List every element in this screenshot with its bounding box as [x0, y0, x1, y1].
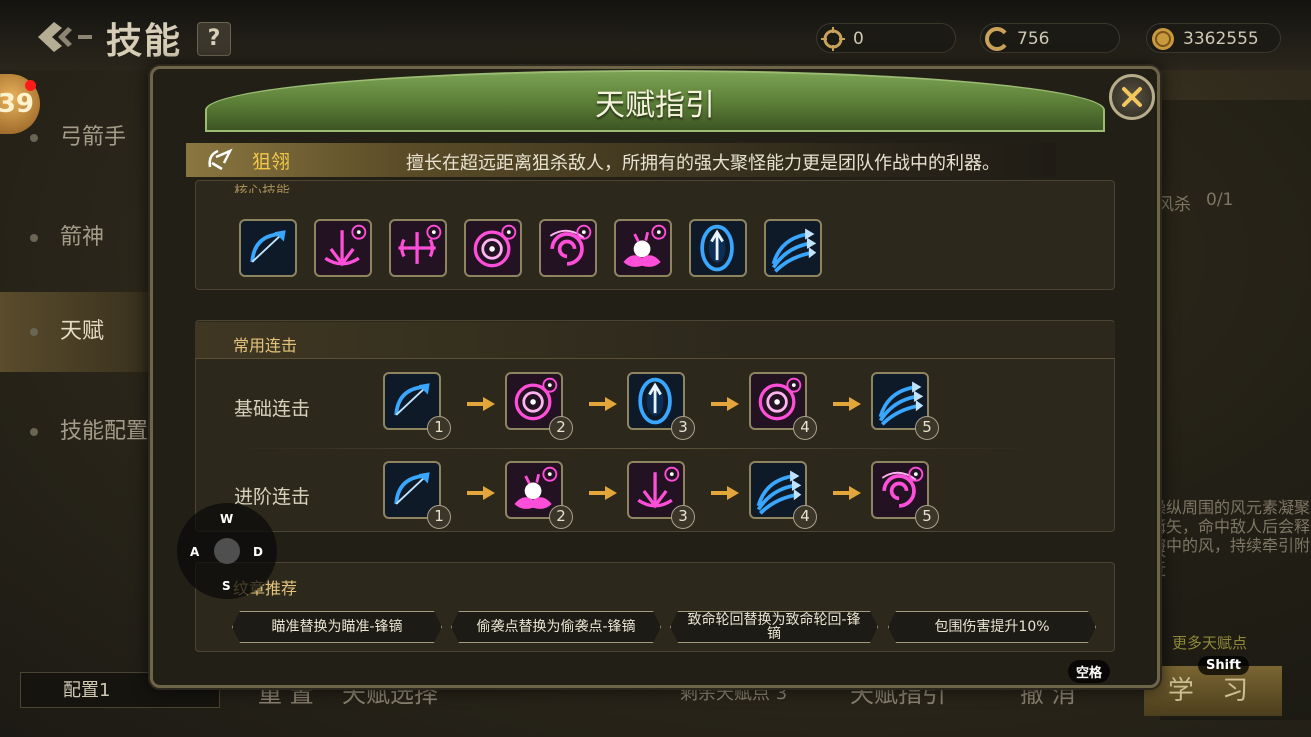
arrow-right-icon: [833, 485, 863, 500]
multi-arrow-icon[interactable]: 4: [749, 461, 817, 529]
space-key-hint: 空格: [1068, 660, 1111, 683]
key-d: D: [253, 545, 263, 559]
explosive-arrow-icon[interactable]: 2: [505, 461, 573, 529]
combo-step-number: 5: [915, 416, 939, 440]
top-bar: 技能 ? 0 756 3362555: [0, 0, 1311, 70]
key-w: W: [220, 512, 234, 526]
crosshair-split-icon-glyph: [398, 224, 442, 264]
sidebar-dot: [30, 428, 38, 436]
emblem-text: 致命轮回替换为致命轮回-锋镝: [687, 612, 861, 642]
gold-coin-icon: [1152, 28, 1174, 50]
sidebar-dot: [30, 328, 38, 336]
target-ring-icon[interactable]: [464, 219, 522, 277]
arrow-right-icon: [711, 396, 741, 411]
emblem-recommendation[interactable]: 偷袭点替换为偷袭点-锋镝: [451, 611, 661, 643]
emblem-recommendation[interactable]: 瞄准替换为瞄准-锋镝: [232, 611, 442, 643]
target-ring-icon[interactable]: 4: [749, 372, 817, 440]
gold-value: 3362555: [1183, 29, 1259, 49]
multi-arrow-icon[interactable]: 5: [871, 372, 939, 440]
kill-count: 0/1: [1206, 190, 1234, 210]
dialog-title: 天赋指引: [595, 88, 715, 123]
bow-shot-icon[interactable]: 1: [383, 461, 451, 529]
arrow-rain-icon[interactable]: 3: [627, 461, 695, 529]
joystick-knob[interactable]: [214, 538, 240, 564]
arrow-right-icon: [467, 396, 497, 411]
combo-step-number: 4: [793, 505, 817, 529]
combo-section-title: 常用连击: [233, 336, 298, 355]
class-description: 擅长在超远距离狙杀敌人，所拥有的强大聚怪能力更是团队作战中的利器。: [406, 153, 1000, 174]
sidebar-dot: [30, 234, 38, 242]
shift-key-hint: Shift: [1198, 656, 1249, 675]
combo-step-number: 3: [671, 416, 695, 440]
bow-shot-icon[interactable]: [239, 219, 297, 277]
blue-arrow-shield-icon-glyph: [700, 224, 734, 272]
sidebar-item-label: 箭神: [60, 225, 105, 250]
sidebar-item-label: 弓箭手: [60, 125, 127, 150]
close-icon: [1122, 87, 1142, 107]
multi-arrow-icon-glyph: [771, 228, 817, 273]
blue-arrow-shield-icon[interactable]: 3: [627, 372, 695, 440]
sidebar-item-label: 技能配置: [60, 419, 149, 444]
arrow-rain-icon[interactable]: [314, 219, 372, 277]
bow-shot-icon[interactable]: 1: [383, 372, 451, 440]
arrow-right-icon: [833, 396, 863, 411]
emblem-text: 包围伤害提升10%: [934, 619, 1050, 635]
combo-section-header: [195, 322, 1115, 359]
page-title: 技能: [106, 21, 183, 62]
basic-combo-label: 基础连击: [234, 398, 311, 420]
skill-point-counter: 0: [816, 23, 956, 53]
close-button[interactable]: [1109, 74, 1155, 120]
reset-coin-value: 756: [1017, 29, 1050, 49]
combo-step-number: 4: [793, 416, 817, 440]
gold-counter: 3362555: [1146, 23, 1281, 53]
arrow-right-icon: [589, 485, 619, 500]
sidebar-dot: [30, 134, 38, 142]
target-ring-icon-glyph: [473, 224, 517, 268]
arrow-rain-icon-glyph: [324, 224, 367, 267]
reset-coin-icon: [985, 27, 1007, 51]
explosive-arrow-icon[interactable]: [614, 219, 672, 277]
explosive-arrow-icon-glyph: [623, 224, 667, 267]
combo-divider: [230, 448, 1040, 449]
skill-point-value: 0: [853, 29, 864, 49]
back-arrow-icon[interactable]: [36, 18, 96, 56]
skill-point-icon: [821, 27, 845, 51]
help-icon[interactable]: ?: [197, 22, 231, 56]
vortex-icon[interactable]: 5: [871, 461, 939, 529]
core-skills-title: 核心技能: [234, 184, 290, 193]
combo-step-number: 2: [549, 505, 573, 529]
combo-step-number: 1: [427, 416, 451, 440]
more-points-link[interactable]: 更多天赋点: [1172, 632, 1247, 653]
vortex-icon[interactable]: [539, 219, 597, 277]
key-a: A: [190, 545, 200, 559]
combo-step-number: 3: [671, 505, 695, 529]
arrow-right-icon: [467, 485, 497, 500]
arrow-right-icon: [589, 396, 619, 411]
notification-dot: [25, 80, 36, 91]
combo-step-number: 2: [549, 416, 573, 440]
emblem-text: 瞄准替换为瞄准-锋镝: [271, 619, 403, 635]
arrow-right-icon: [711, 485, 741, 500]
blue-arrow-shield-icon[interactable]: [689, 219, 747, 277]
multi-arrow-icon[interactable]: [764, 219, 822, 277]
combo-step-number: 5: [915, 505, 939, 529]
key-s: S: [222, 579, 231, 593]
reset-coin-counter: 756: [980, 23, 1120, 53]
talent-desc-line: 空中的风，持续牵引附近: [1150, 536, 1311, 579]
sniper-class-icon: [208, 148, 233, 171]
combo-step-number: 1: [427, 505, 451, 529]
sidebar-item-label: 天赋: [60, 319, 105, 344]
class-name: 狙翎: [252, 151, 291, 173]
emblem-recommendation[interactable]: 致命轮回替换为致命轮回-锋镝: [670, 611, 878, 643]
crosshair-split-icon[interactable]: [389, 219, 447, 277]
vortex-icon-glyph: [549, 224, 592, 266]
advanced-combo-label: 进阶连击: [234, 486, 311, 508]
bow-shot-icon-glyph: [250, 230, 286, 263]
target-ring-icon[interactable]: 2: [505, 372, 573, 440]
emblem-text: 偷袭点替换为偷袭点-锋镝: [476, 619, 636, 635]
emblem-recommendation[interactable]: 包围伤害提升10%: [888, 611, 1096, 643]
